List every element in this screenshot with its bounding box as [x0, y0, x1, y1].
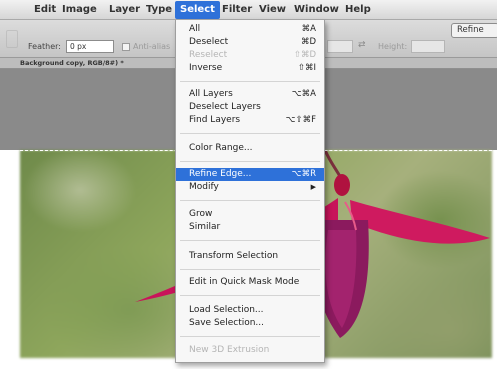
feather-label: Feather:	[28, 42, 61, 51]
menu-window[interactable]: Window	[294, 4, 339, 16]
menu-item-color-range[interactable]: Color Range...	[176, 142, 324, 155]
feather-input[interactable]: 0 px	[66, 40, 114, 53]
menu-bar: Edit Image Layer Type Select Filter View…	[0, 0, 497, 20]
menu-edit[interactable]: Edit	[34, 4, 56, 16]
menu-layer[interactable]: Layer	[109, 4, 140, 16]
shortcut-label: ⌥⌘R	[291, 169, 316, 179]
shortcut-label: ⇧⌘I	[297, 63, 316, 73]
menu-select[interactable]: Select	[175, 1, 220, 19]
menu-help[interactable]: Help	[345, 4, 371, 16]
refine-edge-button[interactable]: Refine	[451, 23, 497, 38]
anti-alias-label: Anti-alias	[133, 42, 171, 51]
select-menu-dropdown: All ⌘A Deselect ⌘D Reselect ⇧⌘D Inverse …	[175, 20, 325, 363]
menu-separator	[180, 200, 320, 201]
menu-separator	[180, 81, 320, 82]
chevron-right-icon: ▶	[310, 183, 316, 191]
shortcut-label: ⌥⌘A	[291, 89, 316, 99]
menu-item-save-selection[interactable]: Save Selection...	[176, 317, 324, 330]
menu-separator	[180, 336, 320, 337]
document-tab[interactable]: Background copy, RGB/8#) *	[20, 59, 124, 67]
menu-separator	[180, 133, 320, 134]
menu-item-transform-selection[interactable]: Transform Selection	[176, 250, 324, 263]
menu-view[interactable]: View	[259, 4, 286, 16]
width-input[interactable]	[327, 40, 353, 53]
swap-arrows-icon[interactable]: ⇄	[358, 40, 366, 50]
height-label: Height:	[378, 42, 408, 51]
menu-item-quick-mask[interactable]: Edit in Quick Mask Mode	[176, 276, 324, 289]
menu-item-reselect: Reselect ⇧⌘D	[189, 50, 316, 60]
menu-item-similar[interactable]: Similar	[176, 221, 324, 234]
menu-type[interactable]: Type	[146, 4, 172, 16]
menu-item-modify[interactable]: Modify ▶	[176, 181, 324, 194]
menu-item-deselect[interactable]: Deselect ⌘D	[176, 36, 324, 49]
menu-item-new-3d-extrusion: New 3D Extrusion	[189, 345, 270, 355]
menu-separator	[180, 161, 320, 162]
height-input[interactable]	[411, 40, 445, 53]
menu-separator	[180, 240, 320, 241]
menu-item-load-selection[interactable]: Load Selection...	[176, 304, 324, 317]
menu-item-all[interactable]: All ⌘A	[176, 23, 324, 36]
menu-item-grow[interactable]: Grow	[176, 208, 324, 221]
menu-item-inverse[interactable]: Inverse ⇧⌘I	[176, 62, 324, 75]
menu-separator	[180, 269, 320, 270]
menu-item-refine-edge[interactable]: Refine Edge... ⌥⌘R	[176, 168, 324, 181]
shortcut-label: ⌥⇧⌘F	[285, 115, 316, 125]
shortcut-label: ⌘A	[301, 24, 316, 34]
tool-preset-icon[interactable]	[6, 30, 18, 48]
menu-image[interactable]: Image	[62, 4, 97, 16]
shortcut-label: ⇧⌘D	[293, 50, 316, 60]
shortcut-label: ⌘D	[300, 37, 316, 47]
menu-filter[interactable]: Filter	[222, 4, 252, 16]
menu-item-all-layers[interactable]: All Layers ⌥⌘A	[176, 88, 324, 101]
anti-alias-checkbox[interactable]	[122, 43, 130, 51]
menu-separator	[180, 295, 320, 296]
menu-item-find-layers[interactable]: Find Layers ⌥⇧⌘F	[176, 114, 324, 127]
menu-item-deselect-layers[interactable]: Deselect Layers	[176, 101, 324, 114]
